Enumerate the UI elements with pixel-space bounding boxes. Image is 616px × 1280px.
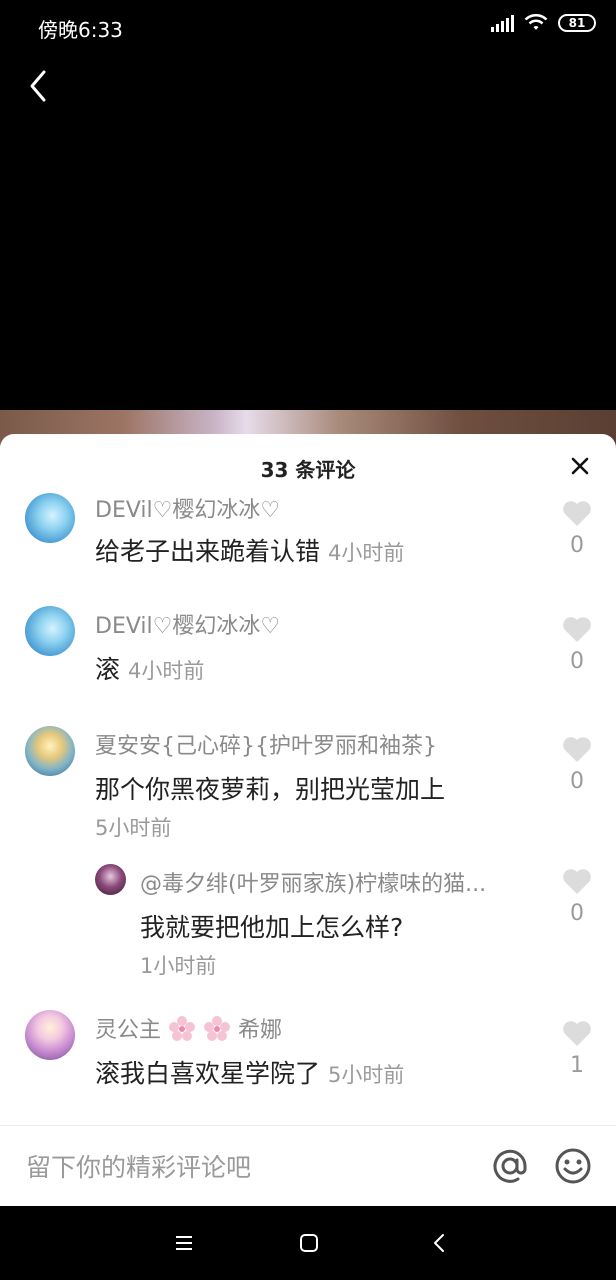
comment-text: 滚我白喜欢星学院了 5小时前 [95, 1054, 404, 1090]
status-icons: 81 [491, 14, 596, 32]
status-time: 傍晚6:33 [38, 18, 123, 42]
nav-menu-button[interactable] [171, 1230, 197, 1256]
like-button[interactable]: 0 [560, 868, 594, 926]
avatar[interactable] [25, 606, 75, 656]
comment-input-bar [0, 1125, 616, 1206]
heart-icon [563, 617, 591, 642]
like-button[interactable]: 0 [560, 616, 594, 674]
close-icon [571, 457, 589, 475]
back-button[interactable] [22, 66, 58, 106]
comment-body: 滚 [95, 655, 121, 684]
like-count: 0 [570, 769, 584, 794]
comment-text: 那个你黑夜萝莉，别把光莹加上 [95, 775, 446, 804]
smiley-icon [555, 1148, 591, 1184]
status-bar: 傍晚6:33 81 [0, 0, 616, 56]
wifi-icon [524, 14, 548, 30]
triangle-back-icon [434, 1234, 444, 1252]
username-part: 灵公主 [95, 1018, 162, 1043]
comment-text: 给老子出来跪着认错 4小时前 [95, 532, 404, 568]
heart-icon [563, 501, 591, 526]
comment-time: 5小时前 [95, 816, 172, 840]
comment-text: 滚 4小时前 [95, 650, 204, 686]
like-count: 0 [570, 649, 584, 674]
heart-icon [563, 1021, 591, 1046]
like-count: 0 [570, 533, 584, 558]
heart-icon [563, 737, 591, 762]
at-icon [493, 1149, 527, 1183]
username-part: 希娜 [238, 1018, 283, 1043]
comment-username[interactable]: DEVil♡樱幻冰冰♡ [95, 492, 280, 524]
heart-icon [563, 869, 591, 894]
comment-time: 4小时前 [127, 659, 205, 683]
like-button[interactable]: 0 [560, 500, 594, 558]
menu-icon [176, 1236, 192, 1250]
avatar[interactable] [25, 493, 75, 543]
cherry-blossom-icon [204, 1016, 231, 1041]
comment-sheet: 33 条评论 DEVil♡樱幻冰冰♡ 给老子出来跪着认错 4小时前 0 DEVi… [0, 434, 616, 1206]
comment-body: 滚我白喜欢星学院了 [95, 1059, 321, 1088]
chevron-left-icon [30, 70, 46, 102]
like-button[interactable]: 1 [560, 1020, 594, 1078]
close-button[interactable] [568, 454, 592, 478]
comment-username[interactable]: 灵公主 希娜 [95, 1012, 282, 1044]
like-button[interactable]: 0 [560, 736, 594, 794]
sheet-header: 33 条评论 [0, 434, 616, 498]
comment-username[interactable]: 夏安安{己心碎}{护叶罗丽和袖茶} [95, 728, 437, 760]
cherry-blossom-icon [169, 1016, 196, 1041]
reply-text: 我就要把他加上怎么样? [140, 913, 404, 942]
system-nav-bar [0, 1206, 616, 1280]
battery-level: 81 [568, 16, 586, 30]
comment-username[interactable]: DEVil♡樱幻冰冰♡ [95, 608, 280, 640]
battery-icon: 81 [558, 14, 596, 32]
avatar[interactable] [25, 726, 75, 776]
comment-time: 5小时前 [327, 1063, 405, 1087]
avatar[interactable] [25, 1010, 75, 1060]
comment-body: 给老子出来跪着认错 [95, 537, 321, 566]
like-count: 0 [570, 901, 584, 926]
signal-icon [491, 14, 514, 32]
comment-input[interactable] [26, 1148, 466, 1186]
reply-username[interactable]: @毒夕绯(叶罗丽家族)柠檬味的猫... [140, 866, 486, 898]
reply-time: 1小时前 [140, 954, 217, 978]
avatar[interactable] [95, 864, 126, 895]
nav-home-button[interactable] [296, 1230, 322, 1256]
nav-back-button[interactable] [426, 1230, 452, 1256]
comment-time: 4小时前 [327, 541, 405, 565]
emoji-button[interactable] [553, 1146, 593, 1186]
square-icon [300, 1234, 318, 1252]
mention-button[interactable] [490, 1146, 530, 1186]
like-count: 1 [570, 1053, 584, 1078]
sheet-title: 33 条评论 [260, 458, 356, 482]
